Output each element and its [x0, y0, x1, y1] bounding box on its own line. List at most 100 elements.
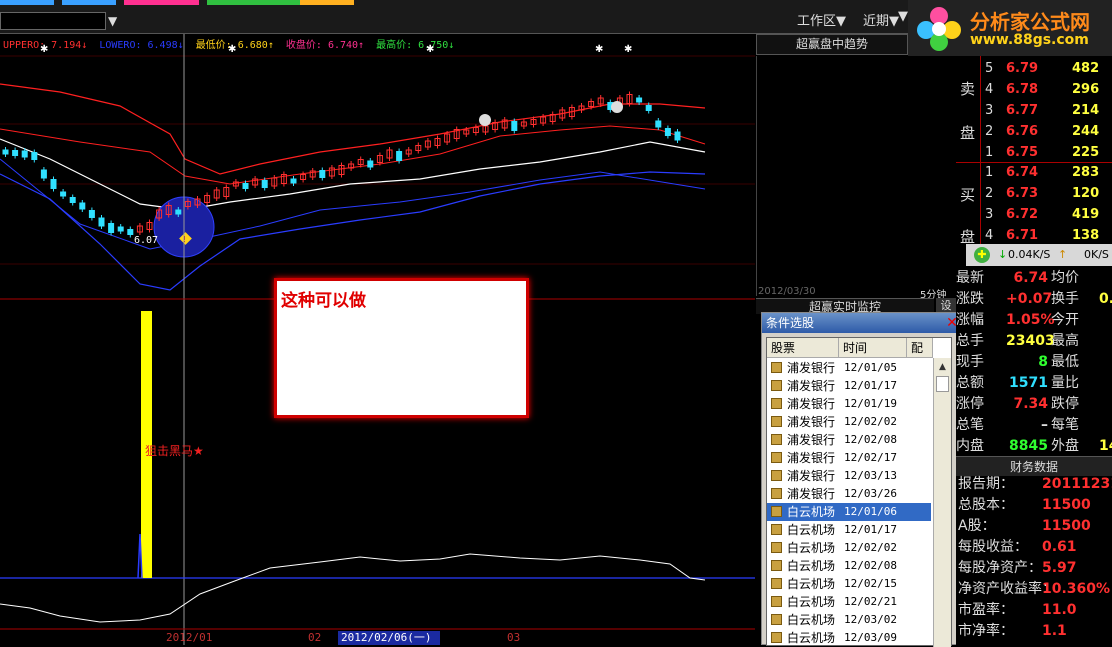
finance-value: 5.97	[1042, 560, 1077, 576]
list-item[interactable]: 白云机场 12/03/02	[767, 611, 931, 629]
list-item[interactable]: 白云机场 12/01/06	[767, 503, 931, 521]
stock-name: 浦发银行	[787, 415, 836, 429]
stat-value: 6.74	[1013, 270, 1048, 286]
list-item[interactable]: 浦发银行 12/02/17	[767, 449, 931, 467]
buy-row: 4 6.71 138	[956, 225, 1112, 246]
trend-panel-title[interactable]: 超赢盘中趋势	[756, 34, 908, 55]
stock-name: 白云机场	[787, 523, 836, 537]
list-item[interactable]: 浦发银行 12/02/02	[767, 413, 931, 431]
scroll-up-icon[interactable]: ▲	[935, 360, 950, 374]
stat-value: 7.34	[1013, 396, 1048, 412]
stat-value: 0.	[1099, 291, 1112, 307]
menu-more-arrow-icon[interactable]: ▼	[898, 9, 908, 24]
signal-date: 12/02/21	[844, 595, 897, 608]
list-item[interactable]: 白云机场 12/02/08	[767, 557, 931, 575]
signal-date: 12/03/13	[844, 469, 897, 482]
sell-row: 5 6.79 482	[956, 58, 1112, 79]
date-tick: 2012/01	[166, 631, 212, 644]
price: 6.71	[1006, 228, 1039, 243]
result-list[interactable]: 股票 时间 配 浦发银行 12/01/05 浦发银行 12/01/17 浦发银行 12/0…	[766, 337, 952, 647]
date-tick: 03	[507, 631, 520, 644]
list-item[interactable]: 浦发银行 12/03/13	[767, 467, 931, 485]
buy-row: 1 6.74 283	[956, 162, 1112, 183]
signal-date: 12/03/26	[844, 487, 897, 500]
toolbar-color-button[interactable]	[62, 0, 116, 5]
stock-code-combo[interactable]	[0, 12, 106, 30]
cursor-date: 2012/02/06(一)	[341, 631, 431, 644]
stat-value: +0.07	[1006, 291, 1053, 307]
finance-row: 市盈率： 11.0	[956, 600, 1112, 621]
trend-panel	[756, 56, 956, 296]
signal-date: 12/02/15	[844, 577, 897, 590]
toolbar-color-button[interactable]	[145, 0, 199, 5]
finance-row: 市净率： 1.1	[956, 621, 1112, 642]
col-header-stock[interactable]: 股票	[767, 338, 839, 358]
list-item[interactable]: 白云机场 12/01/17	[767, 521, 931, 539]
buy-row: 2 6.73 120	[956, 183, 1112, 204]
list-item[interactable]: 白云机场 12/02/15	[767, 575, 931, 593]
stat-row: 最新 6.74 均价	[956, 268, 1112, 289]
signal-date: 12/02/02	[844, 415, 897, 428]
stat-row: 总额 1571 量比	[956, 373, 1112, 394]
sell-row: 3 6.77 214	[956, 100, 1112, 121]
col-header-time[interactable]: 时间	[839, 338, 907, 358]
toolbar-color-button[interactable]	[250, 0, 304, 5]
date-axis: 2012/01 02 2012/02/06(一) 03	[166, 631, 520, 645]
dialog-title[interactable]: 条件选股	[762, 313, 959, 333]
volume: 419	[1072, 207, 1100, 222]
finance-value: 0.61	[1042, 539, 1077, 555]
finance-title[interactable]: 财务数据	[956, 456, 1112, 476]
stock-name: 白云机场	[787, 541, 836, 555]
stat-row: 涨停 7.34 跌停	[956, 394, 1112, 415]
signal-date: 12/01/17	[844, 379, 897, 392]
stock-name: 浦发银行	[787, 469, 836, 483]
star-icon: ✱	[40, 44, 49, 55]
signal-date: 12/02/02	[844, 541, 897, 554]
finance-key: 每股净资产：	[958, 560, 1042, 576]
stat-row: 现手 8 最低	[956, 352, 1112, 373]
stock-name: 白云机场	[787, 613, 836, 627]
list-item[interactable]: 浦发银行 12/01/05	[767, 359, 931, 377]
stat-key: 现手	[956, 354, 984, 370]
stock-name: 浦发银行	[787, 379, 836, 393]
toolbar-color-button[interactable]	[0, 0, 54, 5]
level: 3	[985, 207, 994, 222]
stat-key: 内盘	[956, 438, 984, 454]
low-price-marker: 6.07	[134, 235, 158, 246]
level: 2	[985, 124, 994, 139]
list-item[interactable]: 浦发银行 12/01/17	[767, 377, 931, 395]
list-scrollbar[interactable]: ▲	[933, 358, 951, 647]
list-item[interactable]: 浦发银行 12/01/19	[767, 395, 931, 413]
sell-row: 4 6.78 296	[956, 79, 1112, 100]
legend-high: 最高价: 6.750↓	[376, 40, 455, 51]
stat-key: 最低	[1051, 354, 1079, 370]
stock-icon	[771, 614, 782, 625]
logo-url: www.88gs.com	[970, 32, 1089, 48]
toolbar-color-button[interactable]	[300, 0, 354, 5]
price: 6.75	[1006, 145, 1039, 160]
scroll-thumb[interactable]	[936, 376, 949, 392]
menu-recent[interactable]: 近期▼	[863, 10, 899, 29]
down-arrow-icon: ↓	[998, 248, 1008, 261]
stock-screen-dialog: 条件选股 ✕ 股票 时间 配 浦发银行 12/01/05 浦发银行 12/01/17 浦…	[761, 312, 959, 647]
list-item[interactable]: 浦发银行 12/02/08	[767, 431, 931, 449]
stock-name: 浦发银行	[787, 433, 836, 447]
list-item[interactable]: 白云机场 12/02/21	[767, 593, 931, 611]
stat-value: 14	[1099, 438, 1112, 454]
combo-dropdown-arrow-icon[interactable]: ▼	[108, 12, 122, 30]
stock-name: 浦发银行	[787, 397, 836, 411]
list-item[interactable]: 白云机场 12/02/02	[767, 539, 931, 557]
level: 4	[985, 228, 994, 243]
lower-band-line-2	[0, 158, 706, 250]
stock-name: 浦发银行	[787, 361, 836, 375]
finance-value: 11500	[1042, 497, 1091, 513]
finance-key: 市盈率：	[958, 602, 1014, 618]
refresh-icon[interactable]: ✚	[974, 247, 990, 263]
menu-workspace[interactable]: 工作区▼	[797, 10, 846, 29]
stock-icon	[771, 362, 782, 373]
volume: 283	[1072, 165, 1100, 180]
list-item[interactable]: 白云机场 12/03/09	[767, 629, 931, 647]
stat-key: 最新	[956, 270, 984, 286]
col-header-config[interactable]: 配	[907, 338, 933, 358]
list-item[interactable]: 浦发银行 12/03/26	[767, 485, 931, 503]
